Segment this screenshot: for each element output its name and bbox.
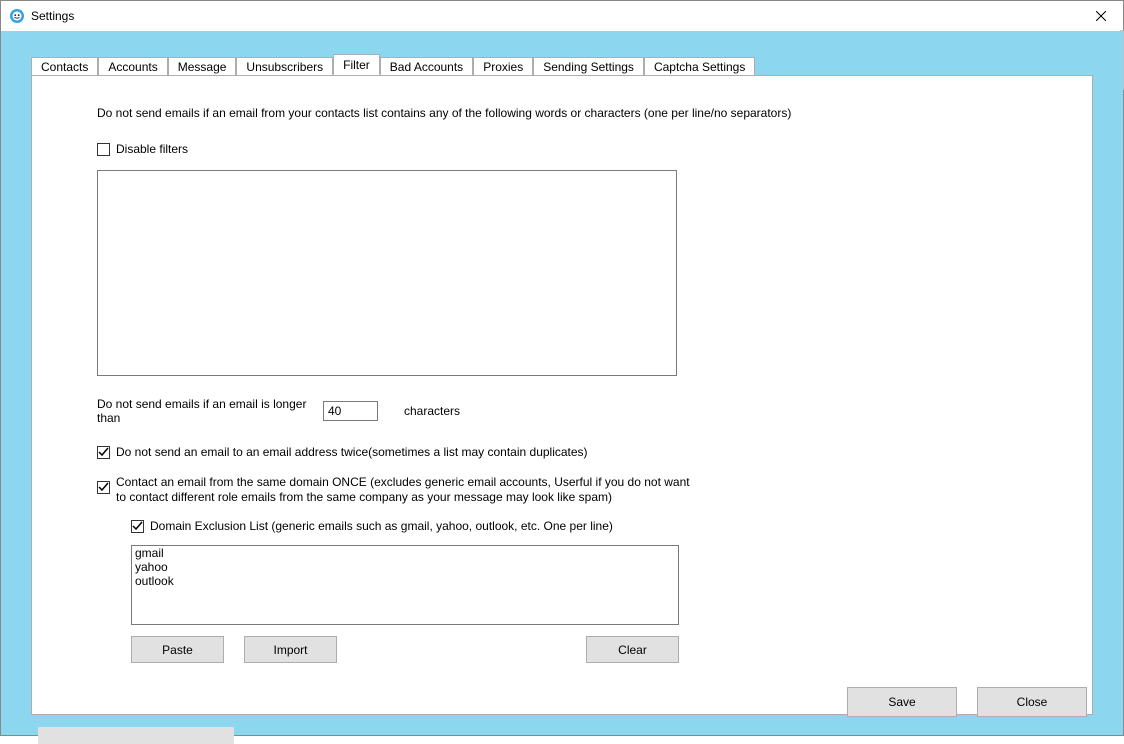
same-domain-once-checkbox[interactable] [97, 481, 110, 494]
no-duplicates-checkbox[interactable] [97, 446, 110, 459]
tab-captcha-settings[interactable]: Captcha Settings [644, 57, 755, 76]
email-length-label-prefix: Do not send emails if an email is longer… [97, 397, 323, 425]
tab-container: Contacts Accounts Message Unsubscribers … [31, 55, 1093, 715]
app-icon [9, 8, 25, 24]
window-close-button[interactable] [1078, 1, 1123, 31]
tab-message[interactable]: Message [168, 57, 237, 76]
domain-exclusion-label: Domain Exclusion List (generic emails su… [150, 519, 613, 533]
save-button[interactable]: Save [847, 687, 957, 717]
filter-words-textarea[interactable] [97, 170, 677, 376]
close-icon [1096, 11, 1106, 21]
disable-filters-label: Disable filters [116, 142, 188, 156]
tab-strip: Contacts Accounts Message Unsubscribers … [31, 55, 1093, 75]
tab-proxies[interactable]: Proxies [473, 57, 533, 76]
filter-instruction: Do not send emails if an email from your… [97, 106, 1027, 120]
close-button[interactable]: Close [977, 687, 1087, 717]
title-bar: Settings [1, 1, 1123, 31]
domain-exclusion-textarea[interactable] [131, 545, 679, 625]
email-length-input[interactable] [323, 401, 378, 421]
tab-sending-settings[interactable]: Sending Settings [533, 57, 644, 76]
tab-bad-accounts[interactable]: Bad Accounts [380, 57, 473, 76]
filter-panel: Do not send emails if an email from your… [31, 75, 1093, 715]
client-area: Contacts Accounts Message Unsubscribers … [1, 31, 1123, 735]
footer-buttons: Save Close [847, 687, 1087, 717]
import-button[interactable]: Import [244, 636, 337, 663]
tab-unsubscribers[interactable]: Unsubscribers [236, 57, 333, 76]
window-title: Settings [31, 9, 74, 23]
email-length-label-suffix: characters [404, 404, 460, 418]
clear-button[interactable]: Clear [586, 636, 679, 663]
tab-filter[interactable]: Filter [333, 54, 380, 75]
domain-exclusion-checkbox[interactable] [131, 520, 144, 533]
disable-filters-checkbox[interactable] [97, 143, 110, 156]
tab-contacts[interactable]: Contacts [31, 57, 98, 76]
no-duplicates-label: Do not send an email to an email address… [116, 445, 588, 459]
same-domain-once-label: Contact an email from the same domain ON… [116, 475, 696, 505]
paste-button[interactable]: Paste [131, 636, 224, 663]
tab-accounts[interactable]: Accounts [98, 57, 167, 76]
settings-window: Settings Contacts Accounts Message Unsub… [0, 0, 1124, 736]
